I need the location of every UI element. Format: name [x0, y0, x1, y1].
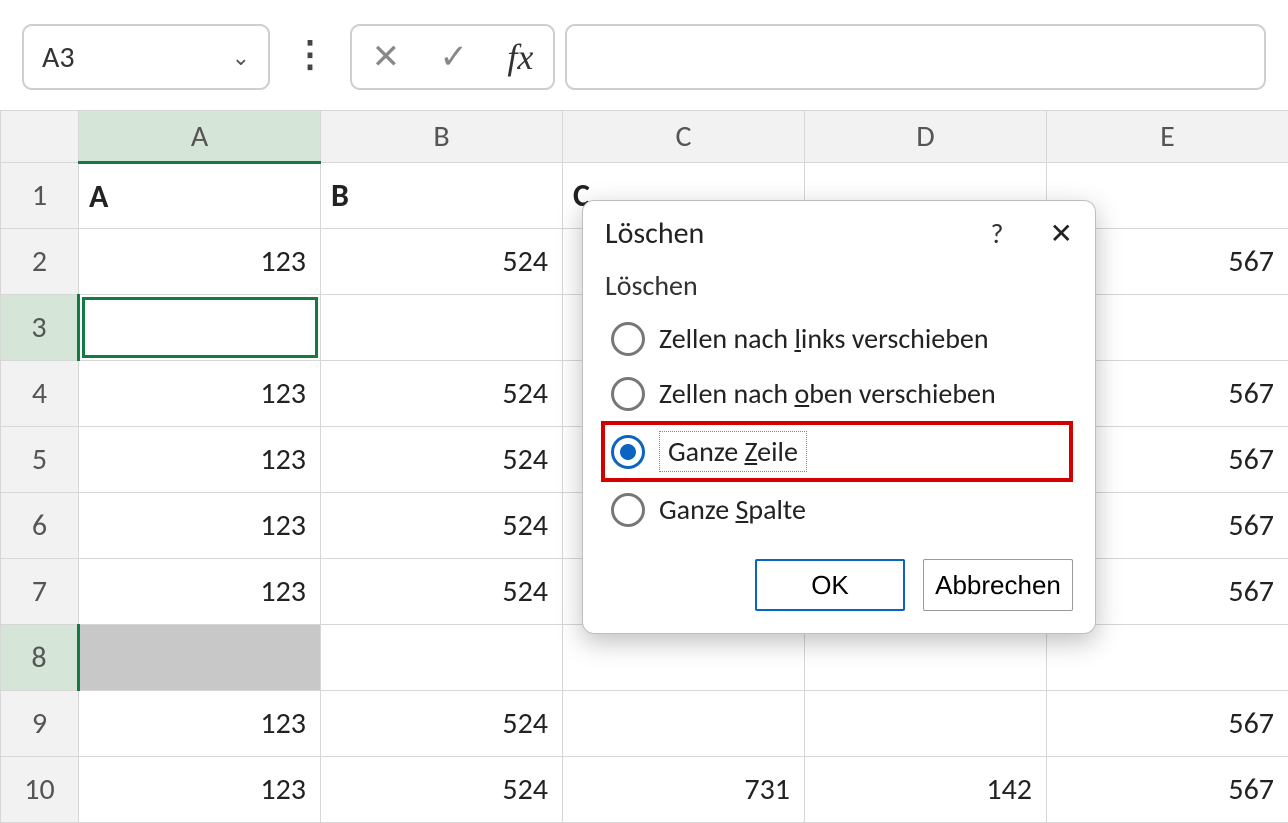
cell[interactable]: 123 [79, 757, 321, 823]
cancel-formula-icon[interactable]: ✕ [372, 37, 401, 78]
cell[interactable]: 731 [563, 757, 805, 823]
cell[interactable]: 524 [321, 493, 563, 559]
dialog-options: Zellen nach links verschieben Zellen nach… [583, 303, 1095, 537]
table-row: 9123524 567 [1, 691, 1288, 757]
cell[interactable]: 524 [321, 427, 563, 493]
formula-bar: A3 ⌄ ⋮ ✕ ✓ fx [0, 0, 1288, 110]
chevron-down-icon[interactable]: ⌄ [232, 44, 250, 71]
col-header-C[interactable]: C [563, 111, 805, 163]
active-cell[interactable] [82, 297, 318, 358]
formula-controls: ✕ ✓ fx [350, 24, 555, 90]
dialog-buttons: OK Abbrechen [583, 537, 1095, 611]
close-icon[interactable]: ✕ [1050, 216, 1073, 251]
cell[interactable]: 123 [79, 493, 321, 559]
cell[interactable] [79, 295, 321, 361]
dialog-section-label: Löschen [583, 252, 1095, 303]
cell[interactable] [321, 625, 563, 691]
delete-option[interactable]: Zellen nach oben verschieben [601, 366, 1073, 421]
dialog-titlebar[interactable]: Löschen ? ✕ [583, 201, 1095, 252]
delete-dialog: Löschen ? ✕ Löschen Zellen nach links ve… [582, 200, 1096, 634]
delete-option[interactable]: Ganze Spalte [601, 482, 1073, 537]
delete-option[interactable]: Ganze Zeile [601, 421, 1073, 482]
cell[interactable] [805, 691, 1047, 757]
cell[interactable]: 123 [79, 427, 321, 493]
cell[interactable]: 123 [79, 691, 321, 757]
cell[interactable]: A [79, 163, 321, 229]
cell[interactable]: B [321, 163, 563, 229]
option-label: Zellen nach links verschieben [659, 321, 989, 356]
col-header-A[interactable]: A [79, 111, 321, 163]
cancel-button[interactable]: Abbrechen [923, 559, 1073, 611]
table-row: 8 [1, 625, 1288, 691]
cell[interactable]: 123 [79, 229, 321, 295]
cell[interactable] [79, 625, 321, 691]
row-header[interactable]: 6 [1, 493, 79, 559]
table-row: 10123524731142567 [1, 757, 1288, 823]
delete-option[interactable]: Zellen nach links verschieben [601, 311, 1073, 366]
cell[interactable] [1047, 625, 1288, 691]
col-header-D[interactable]: D [805, 111, 1047, 163]
cell[interactable]: 524 [321, 229, 563, 295]
cell[interactable]: 524 [321, 559, 563, 625]
row-header[interactable]: 7 [1, 559, 79, 625]
confirm-formula-icon[interactable]: ✓ [439, 37, 468, 78]
vertical-dots-icon[interactable]: ⋮ [280, 32, 340, 82]
row-header[interactable]: 9 [1, 691, 79, 757]
dialog-title: Löschen [605, 215, 991, 252]
radio-icon[interactable] [611, 493, 645, 527]
fx-icon[interactable]: fx [507, 36, 533, 78]
cell[interactable] [321, 295, 563, 361]
formula-input[interactable] [565, 24, 1266, 90]
row-header[interactable]: 3 [1, 295, 79, 361]
cell[interactable]: 524 [321, 361, 563, 427]
cell[interactable] [805, 625, 1047, 691]
col-header-B[interactable]: B [321, 111, 563, 163]
col-header-E[interactable]: E [1047, 111, 1288, 163]
cell[interactable] [563, 625, 805, 691]
row-header[interactable]: 5 [1, 427, 79, 493]
help-icon[interactable]: ? [991, 216, 1004, 251]
cell[interactable]: 524 [321, 757, 563, 823]
row-header[interactable]: 4 [1, 361, 79, 427]
select-all-corner[interactable] [1, 111, 79, 163]
cell[interactable] [563, 691, 805, 757]
option-label: Ganze Zeile [668, 434, 798, 469]
name-box-value: A3 [42, 39, 75, 76]
cell[interactable]: 142 [805, 757, 1047, 823]
radio-icon[interactable] [611, 435, 645, 469]
ok-button[interactable]: OK [755, 559, 905, 611]
cell[interactable]: 567 [1047, 757, 1288, 823]
cell[interactable]: 567 [1047, 691, 1288, 757]
option-label: Ganze Spalte [659, 492, 806, 527]
column-header-row: A B C D E [1, 111, 1288, 163]
row-header[interactable]: 8 [1, 625, 79, 691]
cell[interactable]: 524 [321, 691, 563, 757]
cell[interactable]: 123 [79, 559, 321, 625]
cell[interactable]: 123 [79, 361, 321, 427]
row-header[interactable]: 1 [1, 163, 79, 229]
row-header[interactable]: 2 [1, 229, 79, 295]
radio-icon[interactable] [611, 322, 645, 356]
name-box[interactable]: A3 ⌄ [22, 24, 270, 90]
option-label: Zellen nach oben verschieben [659, 376, 996, 411]
radio-icon[interactable] [611, 377, 645, 411]
row-header[interactable]: 10 [1, 757, 79, 823]
